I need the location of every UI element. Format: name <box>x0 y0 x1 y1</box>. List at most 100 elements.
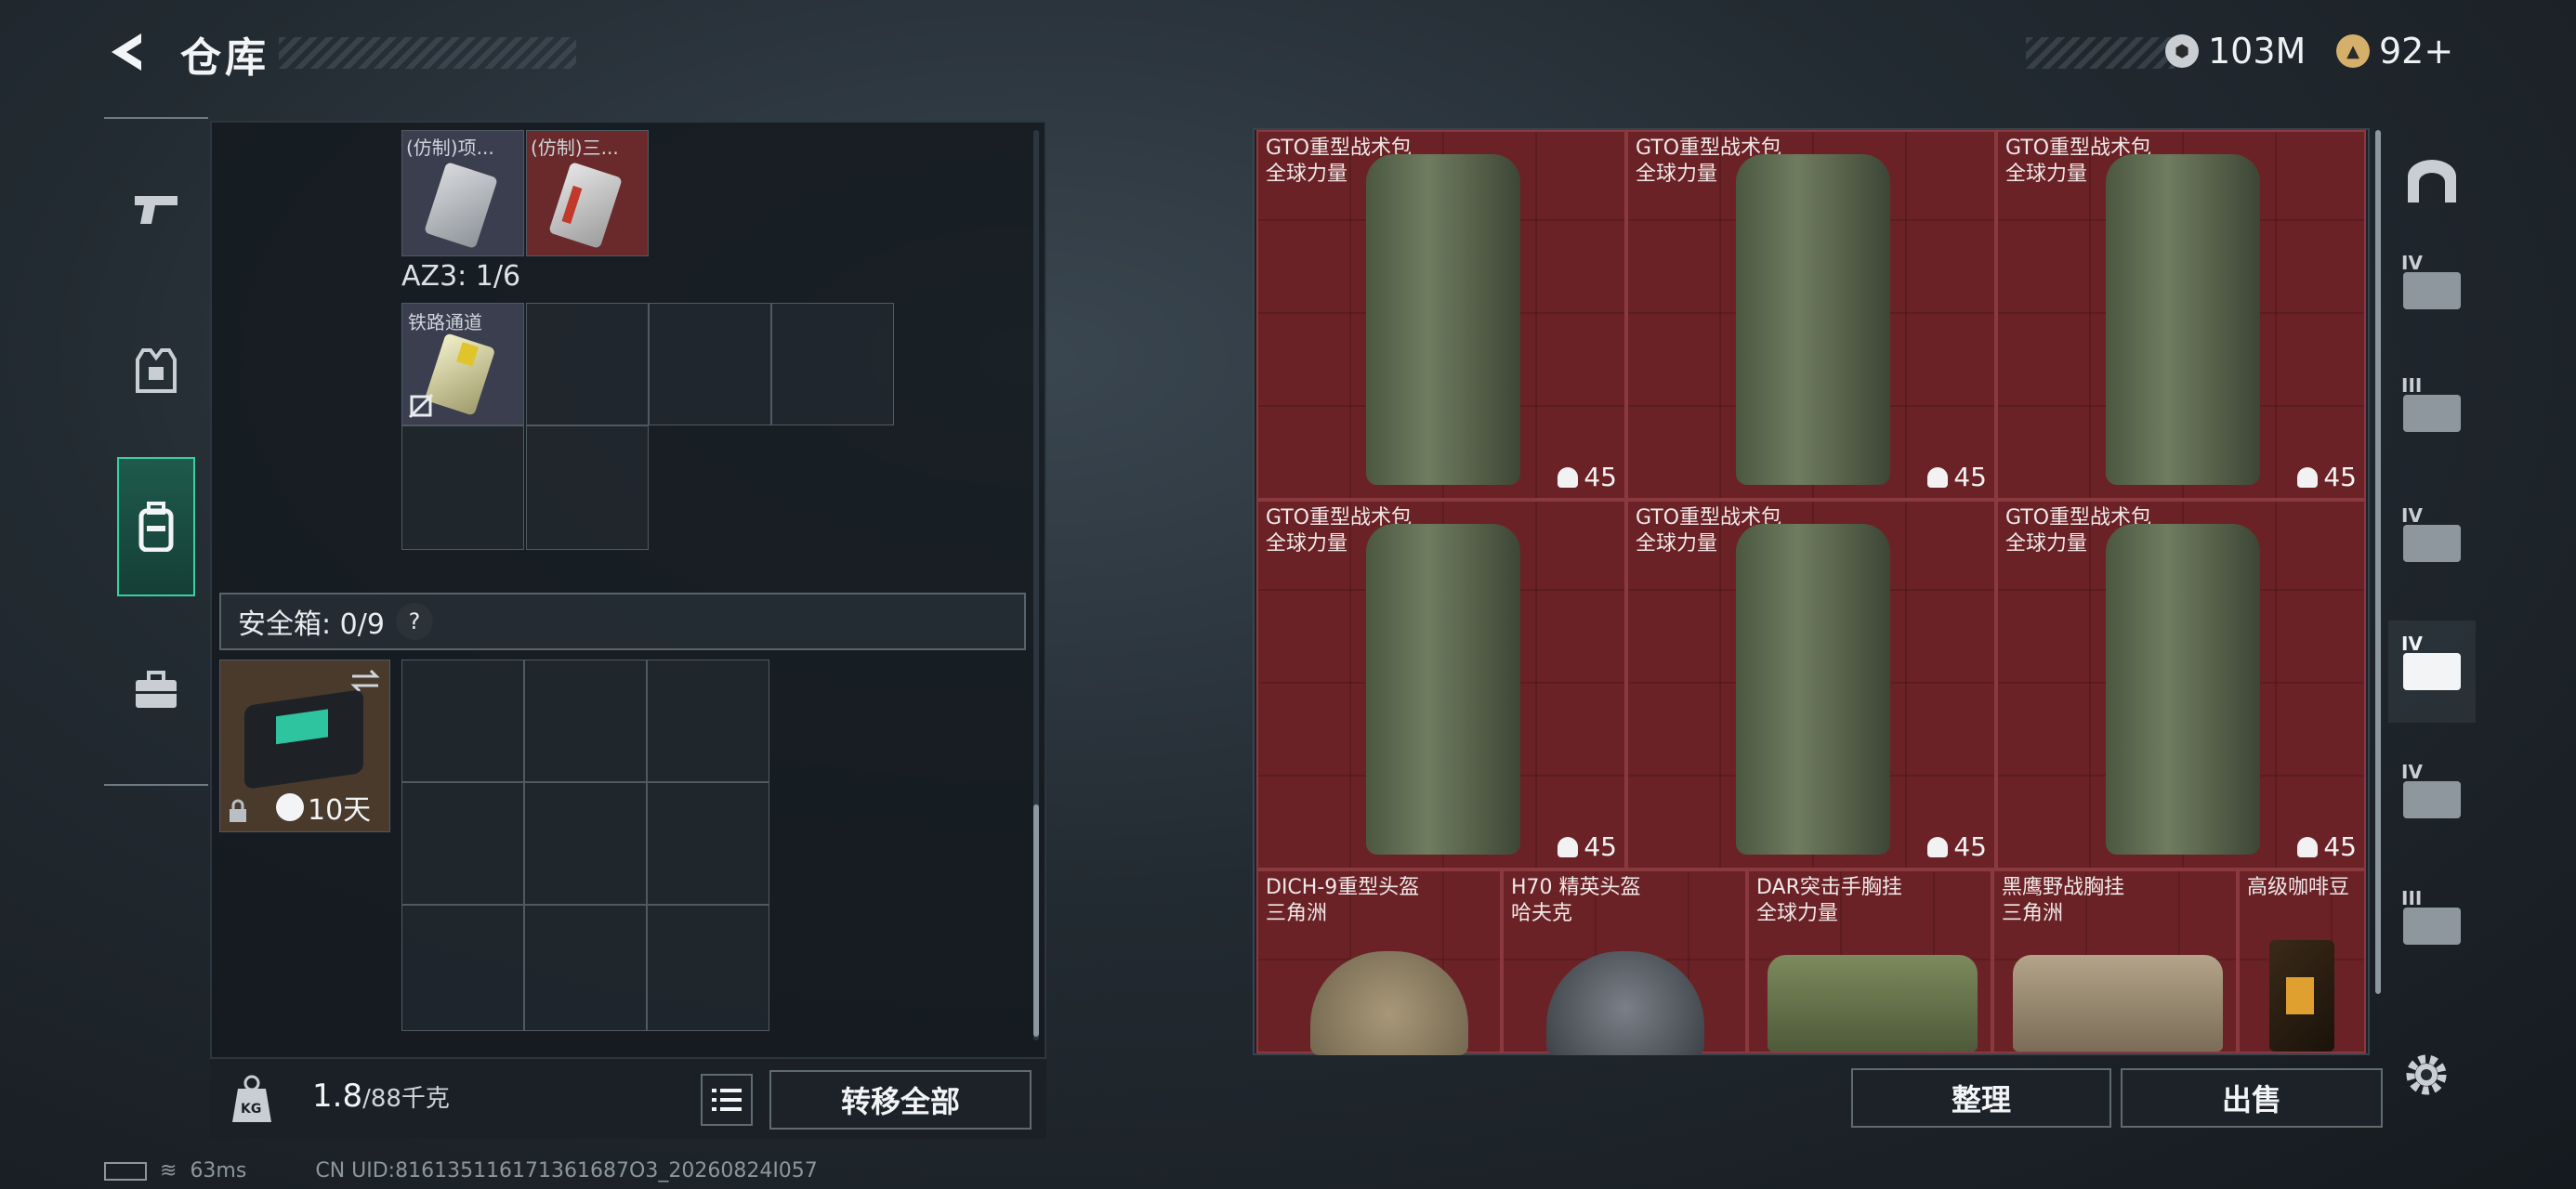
status-bar: ≋ 63ms CN UID:816135116171361687O3_20260… <box>104 1159 818 1182</box>
safebox-case-icon <box>244 689 363 790</box>
item-count: 45 <box>2297 831 2357 862</box>
silver-coin-icon: ⬢ <box>2165 34 2199 68</box>
item-card[interactable]: 高级咖啡豆 <box>2238 869 2366 1053</box>
title-decoration <box>279 37 576 69</box>
grid-slot[interactable] <box>649 303 771 425</box>
backpack-image-icon <box>1366 154 1520 485</box>
grid-slot[interactable] <box>526 425 649 550</box>
category-all[interactable] <box>2388 130 2476 232</box>
chest-rig-tier-icon: IV <box>2401 252 2461 309</box>
item-count: 45 <box>1927 462 1987 492</box>
safebox-slot[interactable] <box>524 660 647 782</box>
grid-slot[interactable] <box>401 425 524 550</box>
item-card[interactable]: H70 精英头盔 哈夫克 <box>1502 869 1747 1055</box>
helmet-icon <box>2297 836 2319 857</box>
item-card[interactable]: GTO重型战术包 全球力量 45 <box>1626 130 1996 500</box>
weight-readout: 1.8/88千克 <box>312 1078 450 1115</box>
az3-label: AZ3: 1/6 <box>401 260 521 293</box>
item-railway[interactable]: 铁路通道 <box>401 303 524 425</box>
armor-tab[interactable] <box>117 301 195 440</box>
currency-silver: ⬢ 103M <box>2165 28 2306 74</box>
item-imitation-1[interactable]: (仿制)项... <box>401 130 524 256</box>
clock-icon <box>276 793 304 821</box>
left-nav <box>104 117 208 786</box>
sell-button[interactable]: 出售 <box>2121 1068 2383 1128</box>
safebox-slot[interactable] <box>647 905 769 1031</box>
helmet-icon <box>1927 836 1949 857</box>
items-scrollbar[interactable] <box>2375 130 2381 994</box>
helmet-icon <box>1927 466 1949 488</box>
chest-rig-tier-icon: IV <box>2401 761 2461 818</box>
item-card[interactable]: GTO重型战术包 全球力量 45 <box>1256 500 1626 869</box>
case-tab[interactable] <box>117 621 195 760</box>
briefcase-icon <box>136 671 177 708</box>
category-tier-iv[interactable]: IV <box>2388 240 2476 342</box>
chest-rig-tier-icon: III <box>2401 374 2461 432</box>
help-icon[interactable]: ? <box>395 603 433 640</box>
battery-icon <box>104 1161 147 1181</box>
chest-rig-tier-icon: IV <box>2401 633 2461 690</box>
safebox-slot[interactable] <box>401 905 524 1031</box>
grid-slot[interactable] <box>526 303 649 425</box>
chest-rig-image-icon <box>1768 955 1978 1052</box>
lock-icon <box>230 799 246 822</box>
item-card[interactable]: GTO重型战术包 全球力量 45 <box>1996 500 2366 869</box>
item-card[interactable]: DAR突击手胸挂 全球力量 <box>1747 869 1992 1053</box>
item-card[interactable]: GTO重型战术包 全球力量 45 <box>1256 130 1626 500</box>
coffee-bag-image-icon <box>2269 940 2334 1052</box>
safebox-slot[interactable] <box>401 782 524 905</box>
wifi-icon: ≋ <box>160 1159 177 1182</box>
safebox-label: 安全箱: 0/9 <box>238 608 385 641</box>
category-tier-iii[interactable]: III <box>2388 875 2476 977</box>
list-view-button[interactable] <box>701 1074 753 1126</box>
helmet-image-icon <box>1310 951 1468 1055</box>
right-nav: IV III IV IV IV III <box>2388 84 2476 1013</box>
grid-slot[interactable] <box>771 303 894 425</box>
item-card[interactable]: DICH-9重型头盔 三角洲 <box>1256 869 1502 1055</box>
storage-scrollbar[interactable] <box>1033 804 1039 1037</box>
card-item-icon <box>424 161 498 250</box>
currency-gold[interactable]: ▲ 92+ <box>2336 28 2453 74</box>
safebox-slot[interactable] <box>647 660 769 782</box>
chest-rig-tier-icon: IV <box>2401 504 2461 562</box>
backpack-image-icon <box>1736 154 1890 485</box>
backpack-image-icon <box>2106 524 2260 855</box>
back-arrow-icon[interactable] <box>104 28 152 76</box>
settings-gear-icon[interactable] <box>2401 1050 2451 1100</box>
category-tier-iv-active[interactable]: IV <box>2388 621 2476 723</box>
safebox-item[interactable]: 10天 <box>219 660 390 832</box>
safebox-slot[interactable] <box>524 782 647 905</box>
sort-button[interactable]: 整理 <box>1851 1068 2111 1128</box>
item-count: 45 <box>1557 831 1617 862</box>
category-tier-iv[interactable]: IV <box>2388 749 2476 851</box>
safebox-slot[interactable] <box>647 782 769 905</box>
list-icon <box>712 1089 742 1111</box>
page-title: 仓库 <box>180 34 269 82</box>
backpack-image-icon <box>1736 524 1890 855</box>
backpack-tab[interactable] <box>117 457 195 596</box>
weapon-tab[interactable] <box>117 139 195 279</box>
armor-vest-icon <box>136 348 177 393</box>
gold-coin-icon: ▲ <box>2336 34 2370 68</box>
item-imitation-2[interactable]: (仿制)三... <box>526 130 649 256</box>
arch-icon <box>2408 160 2456 203</box>
no-take-icon <box>408 393 434 419</box>
item-card[interactable]: GTO重型战术包 全球力量 45 <box>1626 500 1996 869</box>
category-tier-iv[interactable]: IV <box>2388 492 2476 594</box>
transfer-all-button[interactable]: 转移全部 <box>769 1070 1032 1130</box>
helmet-image-icon <box>1546 951 1704 1055</box>
helmet-icon <box>2297 466 2319 488</box>
backpack-image-icon <box>2106 154 2260 485</box>
chest-rig-tier-icon: III <box>2401 887 2461 945</box>
category-tier-iii[interactable]: III <box>2388 362 2476 464</box>
item-count: 45 <box>1927 831 1987 862</box>
item-card[interactable]: GTO重型战术包 全球力量 45 <box>1996 130 2366 500</box>
safebox-slot[interactable] <box>401 660 524 782</box>
safebox-slot[interactable] <box>524 905 647 1031</box>
backpack-icon <box>138 502 174 552</box>
key-card-icon <box>424 333 496 416</box>
storage-footer: KG 1.8/88千克 转移全部 <box>210 1057 1046 1139</box>
safebox-bar: 安全箱: 0/9 ? <box>219 593 1026 650</box>
item-count: 45 <box>2297 462 2357 492</box>
item-card[interactable]: 黑鹰野战胸挂 三角洲 <box>1992 869 2238 1053</box>
